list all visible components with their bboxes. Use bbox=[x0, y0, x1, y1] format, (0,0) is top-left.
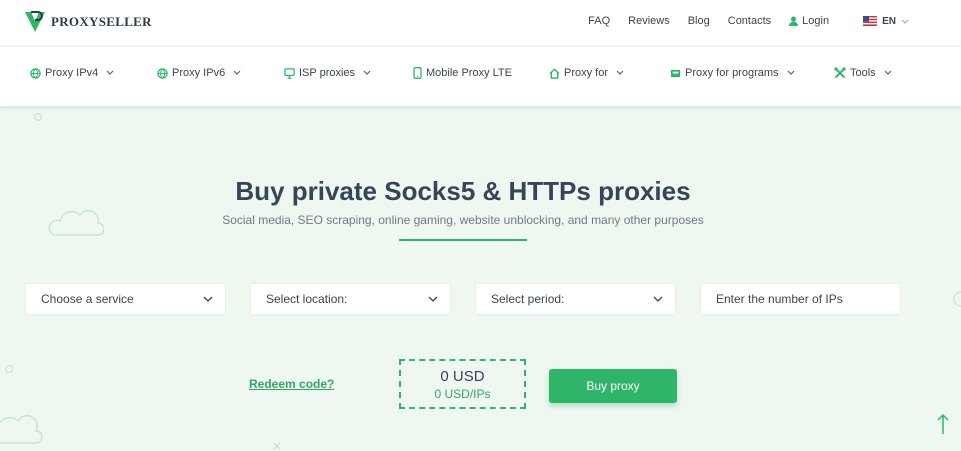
price-per-ip: 0 USD/IPs bbox=[434, 387, 491, 401]
chevron-down-icon bbox=[901, 19, 909, 24]
reviews-link[interactable]: Reviews bbox=[628, 15, 670, 27]
top-navigation: FAQ Reviews Blog Contacts Login EN bbox=[570, 15, 909, 27]
service-select-value: Choose a service bbox=[41, 292, 134, 306]
nav-proxy-for-programs[interactable]: Proxy for programs bbox=[670, 67, 797, 79]
us-flag-icon bbox=[863, 16, 878, 26]
nav-isp-proxies[interactable]: ISP proxies bbox=[284, 67, 373, 79]
page-title: Buy private Socks5 & HTTPs proxies bbox=[235, 176, 691, 206]
nav-label: Mobile Proxy LTE bbox=[426, 67, 512, 79]
chevron-down-icon bbox=[616, 70, 624, 75]
nav-label: Proxy IPv6 bbox=[172, 67, 226, 79]
circle-decoration bbox=[33, 112, 43, 122]
circle-decoration bbox=[4, 364, 14, 374]
location-select[interactable]: Select location: bbox=[250, 283, 451, 315]
location-select-value: Select location: bbox=[266, 292, 348, 306]
nav-proxy-for[interactable]: Proxy for bbox=[549, 67, 626, 79]
mobile-icon bbox=[413, 67, 422, 79]
nav-label: Proxy IPv4 bbox=[45, 67, 99, 79]
chevron-down-icon bbox=[363, 70, 371, 75]
language-selector[interactable]: EN bbox=[863, 16, 909, 27]
blog-link[interactable]: Blog bbox=[688, 15, 710, 27]
page-subtitle: Social media, SEO scraping, online gamin… bbox=[222, 213, 704, 227]
cross-decoration bbox=[273, 442, 281, 450]
service-select[interactable]: Choose a service bbox=[25, 283, 226, 315]
chevron-down-icon bbox=[884, 70, 892, 75]
nav-label: Tools bbox=[850, 67, 876, 79]
ip-count-input[interactable]: Enter the number of IPs bbox=[700, 283, 901, 315]
nav-label: Proxy for programs bbox=[685, 67, 779, 79]
nav-label: Proxy for bbox=[564, 67, 609, 79]
logo[interactable]: PROXYSELLER bbox=[24, 10, 152, 34]
chevron-down-icon bbox=[233, 70, 241, 75]
contacts-link[interactable]: Contacts bbox=[728, 15, 771, 27]
redeem-code-link[interactable]: Redeem code? bbox=[249, 377, 334, 391]
chevron-down-icon bbox=[203, 296, 213, 302]
chevron-down-icon bbox=[106, 70, 114, 75]
arrow-up-icon[interactable] bbox=[935, 412, 951, 436]
chevron-down-icon bbox=[787, 70, 794, 75]
nav-proxy-ipv6[interactable]: Proxy IPv6 bbox=[157, 67, 243, 79]
price-box: 0 USD 0 USD/IPs bbox=[399, 359, 526, 409]
user-icon bbox=[789, 16, 799, 26]
cloud-decoration bbox=[0, 415, 43, 444]
top-bar: PROXYSELLER FAQ Reviews Blog Contacts Lo… bbox=[0, 0, 961, 46]
tools-icon bbox=[834, 67, 846, 79]
nav-label: ISP proxies bbox=[299, 67, 356, 79]
login-link[interactable]: Login bbox=[789, 15, 829, 27]
period-select[interactable]: Select period: bbox=[475, 283, 676, 315]
buy-proxy-button[interactable]: Buy proxy bbox=[549, 369, 677, 403]
nav-mobile-proxy[interactable]: Mobile Proxy LTE bbox=[413, 67, 512, 79]
nav-proxy-ipv4[interactable]: Proxy IPv4 bbox=[30, 67, 116, 79]
logo-icon bbox=[25, 11, 45, 32]
circle-decoration bbox=[953, 291, 961, 307]
monitor-icon bbox=[284, 67, 295, 79]
language-label: EN bbox=[882, 15, 896, 27]
chevron-down-icon bbox=[428, 296, 438, 302]
period-select-value: Select period: bbox=[491, 292, 565, 306]
globe-icon bbox=[157, 67, 168, 79]
total-price: 0 USD bbox=[440, 368, 485, 385]
home-icon bbox=[549, 67, 560, 79]
main-navigation: Proxy IPv4 Proxy IPv6 ISP proxies Mobile… bbox=[0, 46, 961, 106]
faq-link[interactable]: FAQ bbox=[588, 15, 610, 27]
globe-icon bbox=[30, 67, 41, 79]
ip-count-placeholder: Enter the number of IPs bbox=[716, 292, 843, 306]
nav-tools[interactable]: Tools bbox=[834, 67, 894, 79]
login-label: Login bbox=[802, 15, 830, 27]
program-icon bbox=[670, 69, 681, 77]
brand-name: PROXYSELLER bbox=[51, 14, 152, 29]
chevron-down-icon bbox=[653, 296, 663, 302]
title-underline bbox=[399, 239, 527, 241]
